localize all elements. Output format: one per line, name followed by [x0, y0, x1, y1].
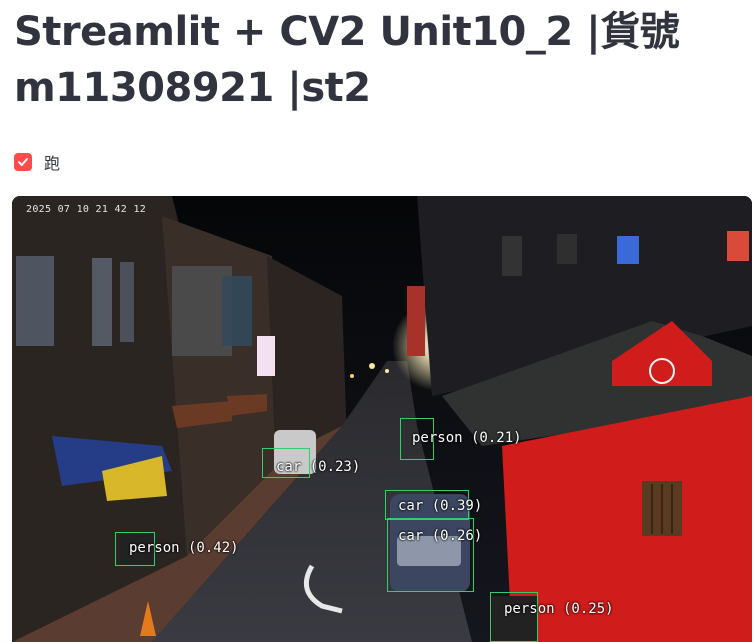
video-timestamp: 2025 07 10 21 42 12 [26, 204, 147, 215]
checkbox-label: 跑 [44, 154, 61, 173]
detection-box-person [490, 592, 538, 642]
video-frame: 2025 07 10 21 42 12 person (0.21) car (0… [12, 196, 752, 642]
detection-label: person (0.42) [129, 540, 239, 556]
detection-label: car (0.23) [276, 459, 361, 475]
detection-label: car (0.26) [398, 528, 483, 544]
detection-label: car (0.39) [398, 498, 483, 514]
page-title: Streamlit + CV2 Unit10_2 |貨號 m11308921 |… [14, 9, 680, 111]
detection-label: person (0.21) [412, 430, 522, 446]
street-scene-image [12, 196, 752, 642]
detection-label: person (0.25) [504, 601, 614, 617]
checkbox-checked-icon[interactable] [14, 153, 32, 171]
streamlit-page: Streamlit + CV2 Unit10_2 |貨號 m11308921 |… [0, 0, 754, 642]
run-checkbox[interactable]: 跑 [14, 151, 60, 173]
